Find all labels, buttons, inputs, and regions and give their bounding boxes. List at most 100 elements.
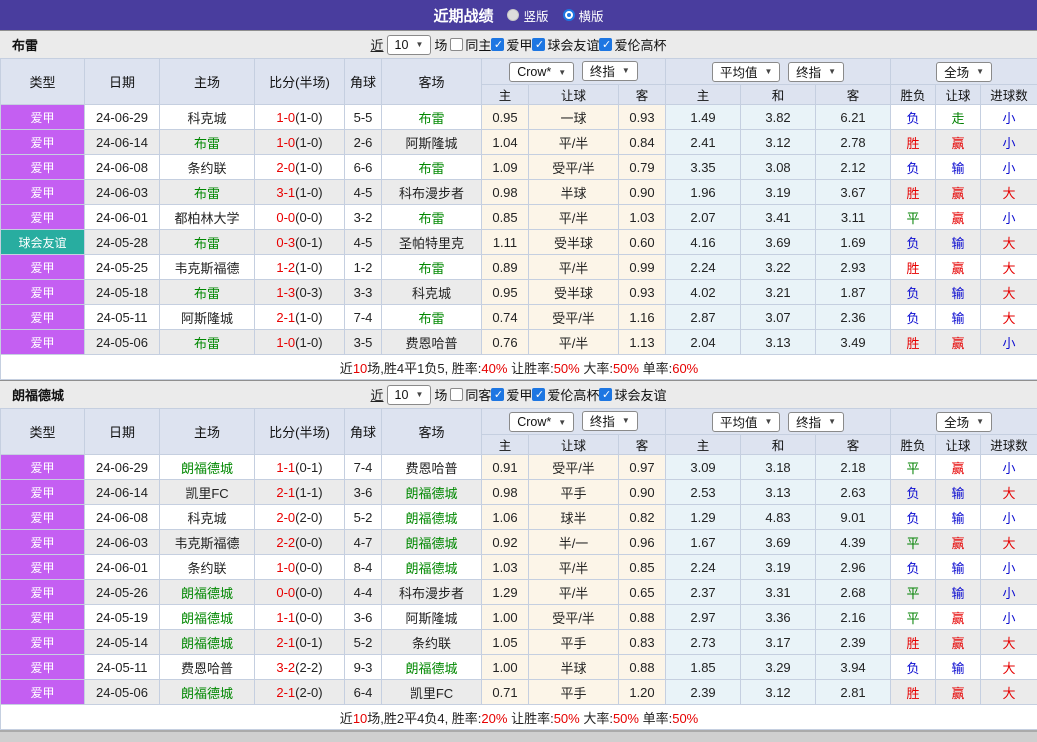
filter-checkbox[interactable]: 爱伦高杯: [599, 35, 666, 54]
result-goals-cell: 小: [980, 154, 1037, 180]
checkbox-icon[interactable]: [491, 388, 505, 401]
filter-checkbox[interactable]: 球会友谊: [532, 35, 599, 54]
subheader-result-goals: 进球数: [980, 84, 1037, 105]
near-link[interactable]: 近: [371, 35, 384, 54]
match-row: 爱甲 24-06-03 布雷 3-1(1-0) 4-5 科布漫步者 0.98 半…: [0, 179, 1037, 205]
bookmaker-select[interactable]: Crow* ▼: [509, 412, 575, 433]
result-handicap-cell: 赢: [935, 529, 982, 555]
checkbox-icon[interactable]: [599, 38, 613, 51]
filter-checkbox[interactable]: 爱甲: [491, 385, 532, 404]
odds-stage-select[interactable]: 终指 ▼: [581, 60, 638, 81]
checkbox-icon[interactable]: [450, 388, 464, 401]
games-count-select[interactable]: 10 ▼: [386, 384, 432, 405]
scope-select[interactable]: 全场 ▼: [936, 61, 993, 82]
summary-text: 让胜率:: [507, 710, 554, 726]
score-cell: 2-1(1-0): [254, 304, 345, 330]
away-odds-cell: 0.83: [617, 629, 667, 655]
checkbox-icon[interactable]: [450, 38, 464, 51]
average-stage-select[interactable]: 终指 ▼: [788, 411, 845, 432]
recent-results-panel: 近期战绩 竖版 横版 布雷 近 10 ▼ 场 同主爱甲球会友谊爱伦高杯: [0, 0, 1037, 732]
match-row: 爱甲 24-06-01 都柏林大学 0-0(0-0) 3-2 布雷 0.85 平…: [0, 204, 1037, 230]
home-odds-cell: 1.03: [481, 554, 529, 580]
avg-draw-cell: 3.13: [740, 329, 817, 355]
home-team-cell: 布雷: [159, 179, 255, 205]
score-cell: 2-0(1-0): [254, 154, 345, 180]
chevron-down-icon: ▼: [764, 67, 773, 76]
league-type-cell: 爱甲: [0, 604, 85, 630]
away-odds-cell: 0.60: [617, 229, 667, 255]
away-odds-cell: 1.13: [617, 329, 667, 355]
filter-checkbox[interactable]: 同主: [450, 35, 491, 54]
result-goals-cell: 小: [980, 579, 1037, 605]
away-team-cell: 费恩哈普: [381, 454, 482, 480]
handicap-line-cell: 平手: [528, 679, 619, 705]
near-link[interactable]: 近: [371, 385, 384, 404]
handicap-line-cell: 平手: [528, 629, 619, 655]
date-cell: 24-05-11: [84, 304, 160, 330]
radio-unselected-icon[interactable]: [507, 9, 520, 21]
corner-cell: 4-5: [344, 179, 382, 205]
corner-cell: 6-4: [344, 679, 382, 705]
result-handicap-cell: 输: [935, 154, 982, 180]
subheader-result-handicap: 让球: [935, 84, 982, 105]
summary-text: 场,胜2平4负4, 胜率:: [367, 710, 482, 726]
result-handicap-cell: 输: [935, 279, 982, 305]
col-header-home: 主场: [159, 408, 255, 455]
avg-draw-cell: 3.13: [740, 479, 817, 505]
summary-cell: 近10场,胜4平1负5, 胜率:40% 让胜率:50% 大率:50% 单率:60…: [0, 354, 1037, 380]
result-handicap-cell: 输: [935, 554, 982, 580]
filter-checkbox[interactable]: 爱伦高杯: [532, 385, 599, 404]
subheader-avg-home: 主: [665, 434, 742, 455]
subheader-result-wdl: 胜负: [890, 84, 937, 105]
average-select[interactable]: 平均值 ▼: [712, 61, 781, 82]
filter-checkbox[interactable]: 爱甲: [491, 35, 532, 54]
filter-checkbox[interactable]: 同客: [450, 385, 491, 404]
corner-cell: 8-4: [344, 554, 382, 580]
avg-home-cell: 2.87: [665, 304, 742, 330]
away-team-cell: 科布漫步者: [381, 579, 482, 605]
home-odds-cell: 0.76: [481, 329, 529, 355]
score-cell: 1-3(0-3): [254, 279, 345, 305]
result-handicap-cell: 走: [935, 104, 982, 130]
filter-checkbox-label: 同主: [465, 38, 492, 53]
league-type-cell: 爱甲: [0, 529, 85, 555]
col-header-away: 客场: [381, 58, 482, 105]
avg-draw-cell: 3.69: [740, 529, 817, 555]
games-count-select[interactable]: 10 ▼: [386, 34, 432, 55]
checkbox-icon[interactable]: [599, 388, 613, 401]
scope-select[interactable]: 全场 ▼: [936, 411, 993, 432]
home-team-cell: 韦克斯福德: [159, 529, 255, 555]
filter-checkbox[interactable]: 球会友谊: [599, 385, 666, 404]
bookmaker-select[interactable]: Crow* ▼: [509, 62, 575, 83]
match-history-table: 类型 日期 主场 比分(半场) 角球 客场 Crow* ▼ 终指 ▼ 平均值 ▼ 终指…: [0, 408, 1037, 730]
layout-radio-horizontal[interactable]: 横版: [562, 6, 604, 25]
league-type-cell: 爱甲: [0, 504, 85, 530]
match-row: 爱甲 24-06-08 科克城 2-0(2-0) 5-2 朗福德城 1.06 球…: [0, 504, 1037, 530]
avg-away-cell: 6.21: [815, 104, 892, 130]
odds-stage-select[interactable]: 终指 ▼: [581, 410, 638, 431]
checkbox-icon[interactable]: [491, 38, 505, 51]
avg-away-cell: 4.39: [815, 529, 892, 555]
avg-home-cell: 3.35: [665, 154, 742, 180]
corner-cell: 7-4: [344, 454, 382, 480]
radio-selected-icon[interactable]: [562, 9, 575, 21]
handicap-line-cell: 半球: [528, 179, 619, 205]
subheader-result-handicap: 让球: [935, 434, 982, 455]
home-team-cell: 朗福德城: [159, 454, 255, 480]
average-select[interactable]: 平均值 ▼: [712, 411, 781, 432]
away-odds-cell: 0.93: [617, 279, 667, 305]
match-row: 爱甲 24-05-14 朗福德城 2-1(0-1) 5-2 条约联 1.05 平…: [0, 629, 1037, 655]
avg-home-cell: 2.24: [665, 254, 742, 280]
result-goals-cell: 大: [980, 229, 1037, 255]
average-stage-select[interactable]: 终指 ▼: [788, 61, 845, 82]
layout-radio-vertical[interactable]: 竖版: [507, 6, 549, 25]
checkbox-icon[interactable]: [532, 388, 546, 401]
result-handicap-cell: 输: [935, 304, 982, 330]
home-odds-cell: 0.98: [481, 179, 529, 205]
avg-away-cell: 2.36: [815, 304, 892, 330]
away-team-cell: 朗福德城: [381, 554, 482, 580]
away-team-cell: 朗福德城: [381, 529, 482, 555]
avg-home-cell: 2.07: [665, 204, 742, 230]
avg-away-cell: 2.93: [815, 254, 892, 280]
checkbox-icon[interactable]: [532, 38, 546, 51]
